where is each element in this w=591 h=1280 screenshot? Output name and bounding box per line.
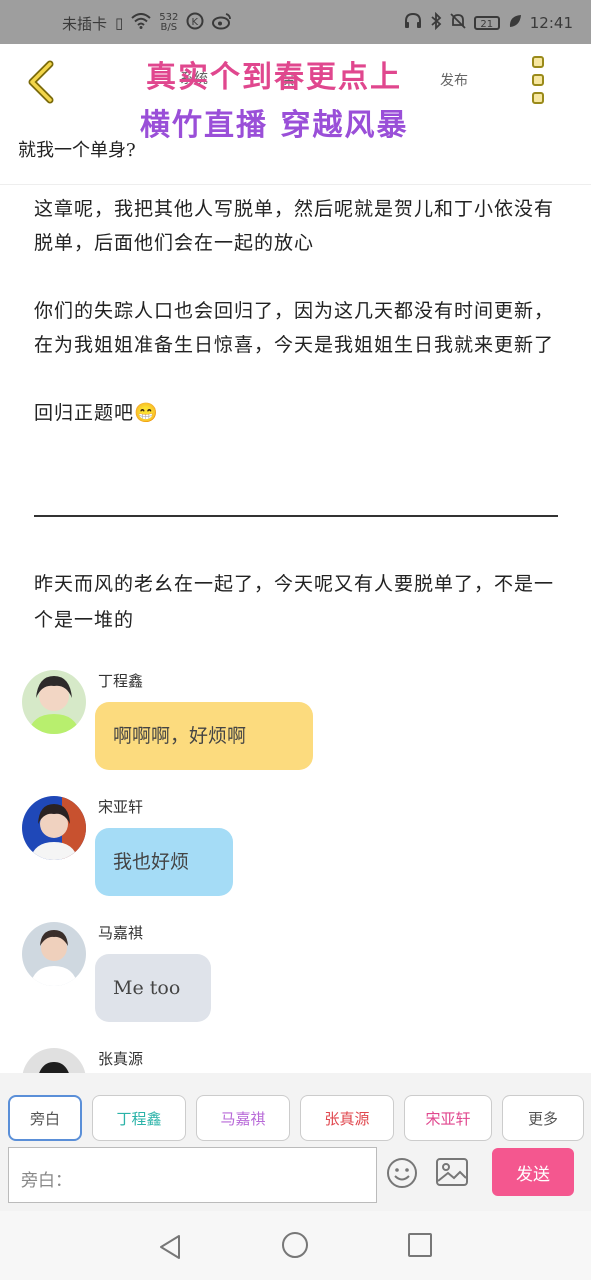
clock: 12:41 [529, 14, 573, 32]
battery-icon: 21 [473, 16, 500, 30]
menu-dot-icon [532, 92, 544, 104]
avatar[interactable] [22, 922, 86, 986]
wifi-icon [131, 13, 151, 33]
svg-text:K: K [192, 17, 199, 28]
story-paragraph: 回归正题吧😁 [34, 402, 159, 424]
more-menu-button[interactable] [532, 56, 554, 104]
status-right: 21 12:41 [404, 11, 573, 34]
header-small-text-3: 发布 [440, 73, 468, 89]
more-roles-button[interactable]: 更多 [502, 1095, 584, 1141]
story-paragraph: 你们的失踪人口也会回归了，因为这几天都没有时间更新，在为我姐姐准备生日惊喜，今天… [34, 300, 555, 356]
back-button[interactable] [22, 60, 62, 104]
status-left: 未插卡 ▯ 532 B/S K [62, 12, 232, 34]
role-tab[interactable]: 马嘉祺 [196, 1095, 290, 1141]
speed-unit: B/S [160, 22, 178, 33]
message-bubble: 啊啊啊，好烦啊 [95, 702, 313, 770]
image-icon[interactable] [435, 1157, 469, 1189]
sender-name: 马嘉祺 [98, 924, 144, 942]
mute-bell-icon [450, 12, 466, 34]
role-tab[interactable]: 丁程鑫 [92, 1095, 186, 1141]
system-nav-bar [0, 1211, 591, 1280]
message-input[interactable]: 旁白： [8, 1147, 377, 1203]
send-button[interactable]: 发送 [492, 1148, 574, 1196]
sim-icon: ▯ [115, 14, 124, 32]
weibo-icon [212, 12, 232, 34]
chapter-subtitle: 就我一个单身? [18, 140, 136, 161]
k-app-icon: K [186, 12, 204, 34]
nav-home-icon[interactable] [282, 1232, 308, 1258]
overlay-title-line2: 横竹直播 穿越风暴 [140, 108, 409, 143]
role-tab[interactable]: 张真源 [300, 1095, 394, 1141]
message-bubble: 我也好烦 [95, 828, 233, 896]
story-paragraph: 昨天而风的老幺在一起了，今天呢又有人要脱单了，不是一个是一堆的 [34, 573, 555, 631]
leaf-icon [508, 13, 522, 33]
page-header: 系统 保 发布 真实个到春更点上 横竹直播 穿越风暴 就我一个单身? [0, 44, 591, 185]
avatar[interactable] [22, 670, 86, 734]
bluetooth-icon [430, 11, 442, 34]
nav-back-icon[interactable] [157, 1233, 183, 1265]
emoji-icon[interactable] [386, 1157, 418, 1189]
sender-name: 张真源 [98, 1050, 144, 1068]
menu-dot-icon [532, 56, 544, 68]
network-speed: 532 B/S [159, 13, 178, 33]
carrier-label: 未插卡 [62, 14, 108, 33]
role-tab[interactable]: 宋亚轩 [404, 1095, 492, 1141]
sender-name: 宋亚轩 [98, 798, 144, 816]
headphones-icon [404, 12, 422, 33]
story-paragraph: 这章呢，我把其他人写脱单，然后呢就是贺儿和丁小依没有脱单，后面他们会在一起的放心 [34, 198, 555, 254]
sender-name: 丁程鑫 [98, 672, 144, 690]
status-bar: 未插卡 ▯ 532 B/S K 21 12:41 [0, 0, 591, 44]
menu-dot-icon [532, 74, 544, 86]
message-bubble: Me too [95, 954, 211, 1022]
role-tab-narrator[interactable]: 旁白 [8, 1095, 82, 1141]
nav-recent-icon[interactable] [408, 1233, 432, 1257]
section-divider [34, 515, 558, 517]
overlay-title-line1: 真实个到春更点上 [146, 60, 402, 95]
role-selector: 旁白 丁程鑫 马嘉祺 张真源 宋亚轩 更多 [8, 1095, 584, 1141]
compose-toolbar: 旁白 丁程鑫 马嘉祺 张真源 宋亚轩 更多 旁白： 发送 [0, 1073, 591, 1211]
avatar[interactable] [22, 796, 86, 860]
story-content: 这章呢，我把其他人写脱单，然后呢就是贺儿和丁小依没有脱单，后面他们会在一起的放心… [34, 192, 559, 464]
